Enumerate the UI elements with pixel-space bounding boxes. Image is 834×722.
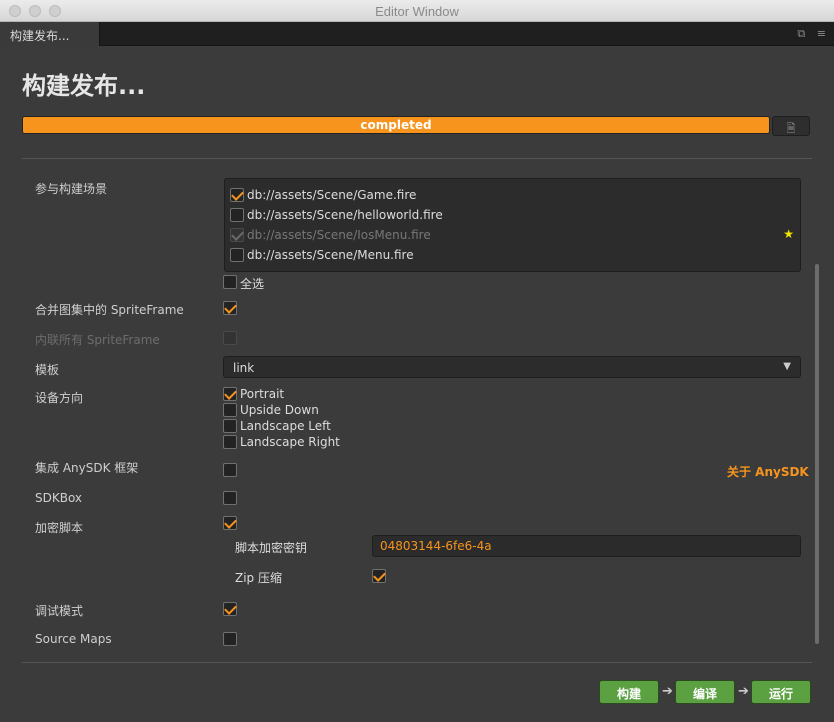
zip-label: Zip 压缩: [235, 571, 282, 585]
about-anysdk-link[interactable]: 关于 AnySDK: [727, 463, 809, 480]
scene-path: db://assets/Scene/IosMenu.fire: [247, 228, 431, 242]
encrypt-key-label: 脚本加密密钥: [235, 541, 308, 555]
list-item[interactable]: db://assets/Scene/helloworld.fire: [225, 205, 800, 225]
arrow-right-icon: ➔: [738, 684, 749, 699]
compile-button[interactable]: 编译: [675, 680, 735, 704]
scrollbar[interactable]: [815, 164, 819, 664]
anysdk-label: 集成 AnySDK 框架: [35, 461, 139, 475]
debug-label: 调试模式: [35, 604, 84, 618]
scene-checkbox-menu[interactable]: [230, 248, 244, 262]
scene-path: db://assets/Scene/helloworld.fire: [247, 208, 443, 222]
encrypt-checkbox[interactable]: [223, 516, 237, 530]
tab-bar-controls: ⧉ ≡: [789, 27, 826, 41]
merge-sprite-label: 合并图集中的 SpriteFrame: [35, 303, 184, 317]
anysdk-checkbox[interactable]: [223, 463, 237, 477]
select-all-label: 全选: [240, 277, 265, 291]
build-panel: 构建发布... completed 🗎 参与构建场景 db://assets/S…: [0, 46, 834, 722]
popout-icon[interactable]: ⧉: [797, 27, 805, 40]
orientation-landscape-right-checkbox[interactable]: [223, 435, 237, 449]
list-item[interactable]: db://assets/Scene/Menu.fire: [225, 245, 800, 265]
orientation-upside-down-label: Upside Down: [240, 403, 319, 417]
orientation-portrait-checkbox[interactable]: [223, 387, 237, 401]
orientation-upside-down-checkbox[interactable]: [223, 403, 237, 417]
scene-list: db://assets/Scene/Game.fire db://assets/…: [224, 178, 801, 272]
orientation-landscape-left-checkbox[interactable]: [223, 419, 237, 433]
encrypt-label: 加密脚本: [35, 521, 84, 535]
sdkbox-checkbox[interactable]: [223, 491, 237, 505]
divider-bottom: [22, 662, 812, 663]
star-icon: ★: [783, 227, 794, 241]
run-button[interactable]: 运行: [751, 680, 811, 704]
divider-top: [22, 158, 812, 159]
progress-label: completed: [360, 118, 432, 132]
orientation-label: 设备方向: [35, 391, 84, 405]
inline-sprite-checkbox: [223, 331, 237, 345]
debug-checkbox[interactable]: [223, 602, 237, 616]
window-titlebar: Editor Window: [0, 0, 834, 22]
tab-build[interactable]: 构建发布...: [0, 22, 100, 46]
scenes-label: 参与构建场景: [35, 182, 108, 196]
template-select[interactable]: link ▼: [223, 356, 801, 378]
scene-path: db://assets/Scene/Menu.fire: [247, 248, 414, 262]
caret-down-icon: ▼: [783, 361, 791, 372]
encrypt-key-input[interactable]: 04803144-6fe6-4a: [372, 535, 801, 557]
list-item: db://assets/Scene/IosMenu.fire ★: [225, 225, 800, 245]
scene-checkbox-game[interactable]: [230, 188, 244, 202]
select-all-checkbox[interactable]: [223, 275, 237, 289]
scroll-thumb[interactable]: [815, 264, 819, 644]
menu-icon[interactable]: ≡: [817, 27, 826, 40]
template-value: link: [233, 361, 255, 375]
build-progress-bar: completed: [22, 116, 770, 134]
build-button[interactable]: 构建: [599, 680, 659, 704]
list-item[interactable]: db://assets/Scene/Game.fire: [225, 185, 800, 205]
open-build-folder-button[interactable]: 🗎: [772, 116, 810, 136]
orientation-landscape-left-label: Landscape Left: [240, 419, 331, 433]
merge-sprite-checkbox[interactable]: [223, 301, 237, 315]
arrow-right-icon: ➔: [662, 684, 673, 699]
sourcemaps-label: Source Maps: [35, 632, 112, 646]
scene-path: db://assets/Scene/Game.fire: [247, 188, 417, 202]
template-label: 模板: [35, 363, 60, 377]
tab-bar: 构建发布... ⧉ ≡: [0, 22, 834, 46]
inline-sprite-label: 内联所有 SpriteFrame: [35, 333, 160, 347]
scene-checkbox-iosmenu: [230, 228, 244, 242]
folder-icon: 🗎: [786, 122, 796, 135]
window-title: Editor Window: [375, 4, 459, 19]
sourcemaps-checkbox[interactable]: [223, 632, 237, 646]
page-title: 构建发布...: [22, 72, 146, 100]
scene-checkbox-helloworld[interactable]: [230, 208, 244, 222]
zip-checkbox[interactable]: [372, 569, 386, 583]
orientation-portrait-label: Portrait: [240, 387, 285, 401]
sdkbox-label: SDKBox: [35, 491, 83, 505]
orientation-landscape-right-label: Landscape Right: [240, 435, 340, 449]
